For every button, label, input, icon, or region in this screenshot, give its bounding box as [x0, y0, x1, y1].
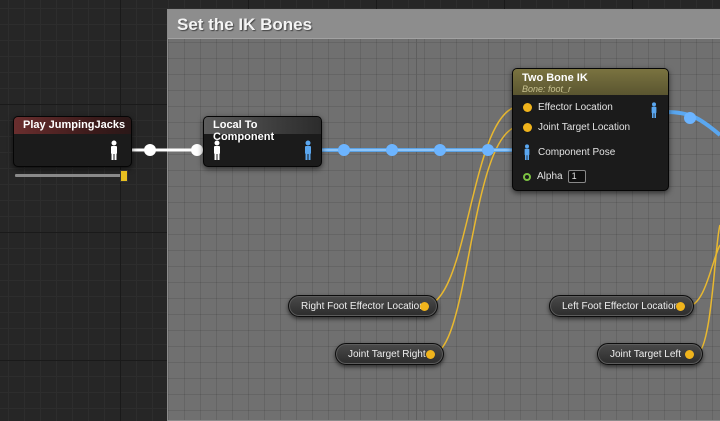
node-title: Two Bone IK	[522, 72, 588, 84]
vector-pin-icon[interactable]	[685, 350, 694, 359]
pin-component-pose[interactable]: Component Pose	[523, 143, 615, 161]
pin-label: Component Pose	[538, 146, 616, 158]
float-pin-icon[interactable]	[523, 172, 531, 181]
reroute-dot	[386, 144, 398, 156]
pin-joint-target-location[interactable]: Joint Target Location	[523, 122, 630, 133]
node-subtitle: Bone: foot_r	[522, 84, 572, 94]
pose-pin-icon[interactable]	[650, 101, 658, 119]
person-icon[interactable]	[109, 140, 119, 160]
pin-effector-location[interactable]: Effector Location	[523, 102, 613, 113]
reroute-dot	[684, 112, 696, 124]
wire-right-effector	[423, 105, 522, 307]
reroute-dot	[191, 144, 203, 156]
wire-left-effector	[687, 244, 720, 307]
local-to-component-node[interactable]: Local To Component	[203, 116, 322, 167]
left-foot-effector-variable[interactable]: Left Foot Effector Location	[549, 295, 694, 317]
play-rate-slider[interactable]	[15, 174, 125, 177]
pose-pin-icon[interactable]	[523, 143, 531, 161]
person-icon[interactable]	[303, 140, 313, 160]
variable-label: Joint Target Right	[348, 349, 426, 360]
variable-label: Joint Target Left	[610, 349, 681, 360]
reroute-dot	[434, 144, 446, 156]
vector-pin-icon[interactable]	[676, 302, 685, 311]
node-title: Local To Component	[204, 117, 321, 143]
vector-pin-icon[interactable]	[426, 350, 435, 359]
pin-label: Joint Target Location	[538, 122, 631, 133]
wire-joint-target-left	[695, 224, 720, 355]
vector-pin-icon[interactable]	[523, 103, 532, 112]
reroute-dot	[144, 144, 156, 156]
variable-label: Right Foot Effector Location	[301, 301, 425, 312]
vector-pin-icon[interactable]	[420, 302, 429, 311]
two-bone-ik-node[interactable]: Two Bone IK Bone: foot_r Effector Locati…	[512, 68, 669, 191]
joint-target-left-variable[interactable]: Joint Target Left	[597, 343, 703, 365]
wire-joint-target-right	[431, 125, 522, 355]
variable-label: Left Foot Effector Location	[562, 301, 680, 312]
node-title: Play JumpingJacks	[14, 117, 131, 134]
reroute-dot	[338, 144, 350, 156]
pin-label: Effector Location	[538, 102, 613, 113]
joint-target-right-variable[interactable]: Joint Target Right	[335, 343, 444, 365]
node-header: Two Bone IK Bone: foot_r	[513, 69, 668, 95]
slider-handle[interactable]	[120, 170, 128, 182]
person-icon[interactable]	[212, 140, 222, 160]
reroute-dot	[482, 144, 494, 156]
pin-label: Alpha	[537, 171, 563, 182]
vector-pin-icon[interactable]	[523, 123, 532, 132]
pin-alpha[interactable]: Alpha 1	[523, 170, 586, 183]
play-animation-node[interactable]: Play JumpingJacks	[13, 116, 132, 167]
alpha-input[interactable]: 1	[567, 170, 586, 183]
right-foot-effector-variable[interactable]: Right Foot Effector Location	[288, 295, 438, 317]
